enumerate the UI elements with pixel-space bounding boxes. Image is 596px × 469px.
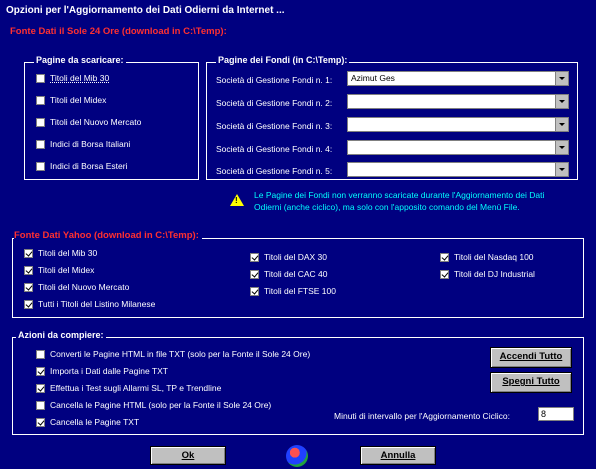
checkbox-label: Indici di Borsa Italiani	[50, 139, 131, 149]
checkbox-label: Titoli del Midex	[50, 95, 107, 105]
sole-pagina-indici-italiani[interactable]: Indici di Borsa Italiani	[36, 139, 130, 149]
pagine-title: Pagine da scaricare:	[34, 55, 126, 65]
checkbox-label: Titoli del DAX 30	[264, 252, 327, 262]
sole-pagina-midex[interactable]: Titoli del Midex	[36, 95, 106, 105]
checkbox[interactable]	[36, 73, 45, 83]
spegni-tutto-button[interactable]: Spegni Tutto	[490, 372, 572, 393]
checkbox[interactable]	[36, 417, 45, 427]
checkbox-label: Titoli del Midex	[38, 265, 95, 275]
yahoo-cac40[interactable]: Titoli del CAC 40	[250, 269, 327, 279]
checkbox[interactable]	[36, 161, 45, 171]
fondo-label-4: Società di Gestione Fondi n. 4:	[216, 144, 333, 154]
chevron-down-icon[interactable]	[555, 72, 568, 85]
fondo-select-3[interactable]	[347, 117, 569, 132]
fondo-label-5: Società di Gestione Fondi n. 5:	[216, 166, 333, 176]
checkbox[interactable]	[250, 269, 259, 279]
checkbox-label: Titoli del FTSE 100	[264, 286, 336, 296]
yahoo-ftse100[interactable]: Titoli del FTSE 100	[250, 286, 336, 296]
checkbox-label: Importa i Dati dalle Pagine TXT	[50, 366, 168, 376]
chevron-down-icon[interactable]	[555, 163, 568, 176]
azioni-section-title: Azioni da compiere:	[16, 330, 106, 340]
ok-button[interactable]: Ok	[150, 446, 226, 465]
fondo-label-3: Società di Gestione Fondi n. 3:	[216, 121, 333, 131]
options-dialog: Opzioni per l'Aggiornamento dei Dati Odi…	[0, 0, 596, 469]
checkbox[interactable]	[24, 282, 33, 292]
warning-line-1: Le Pagine dei Fondi non verranno scarica…	[254, 190, 545, 200]
window-title: Opzioni per l'Aggiornamento dei Dati Odi…	[0, 0, 596, 22]
checkbox-label: Converti le Pagine HTML in file TXT (sol…	[50, 349, 311, 359]
select-value: Azimut Ges	[351, 73, 395, 83]
azione-cancella-txt[interactable]: Cancella le Pagine TXT	[36, 417, 139, 427]
yahoo-midex[interactable]: Titoli del Midex	[24, 265, 94, 275]
checkbox[interactable]	[24, 265, 33, 275]
yahoo-dj-industrial[interactable]: Titoli del DJ Industrial	[440, 269, 535, 279]
yahoo-nasdaq100[interactable]: Titoli del Nasdaq 100	[440, 252, 534, 262]
checkbox-label: Cancella le Pagine HTML (solo per la Fon…	[50, 400, 272, 410]
fondo-select-5[interactable]	[347, 162, 569, 177]
globe-icon	[286, 445, 308, 467]
checkbox[interactable]	[24, 299, 33, 309]
azione-importa-dati[interactable]: Importa i Dati dalle Pagine TXT	[36, 366, 168, 376]
checkbox-label: Cancella le Pagine TXT	[50, 417, 140, 427]
minuti-intervallo-input[interactable]: 8	[538, 407, 574, 421]
warning-line-2: Odierni (anche ciclico), ma solo con l'a…	[254, 202, 520, 212]
checkbox-label: Titoli del Nuovo Mercato	[38, 282, 130, 292]
checkbox-label: Titoli del Nasdaq 100	[454, 252, 534, 262]
checkbox[interactable]	[36, 349, 45, 359]
azione-cancella-html[interactable]: Cancella le Pagine HTML (solo per la Fon…	[36, 400, 271, 410]
checkbox[interactable]	[440, 269, 449, 279]
checkbox-label: Titoli del Mib 30	[50, 73, 110, 83]
checkbox[interactable]	[36, 383, 45, 393]
fondo-label-2: Società di Gestione Fondi n. 2:	[216, 98, 333, 108]
checkbox[interactable]	[24, 248, 33, 258]
checkbox-label: Indici di Borsa Esteri	[50, 161, 128, 171]
minuti-label: Minuti di intervallo per l'Aggiornamento…	[334, 411, 510, 421]
fondo-select-4[interactable]	[347, 140, 569, 155]
checkbox-label: Effettua i Test sugli Allarmi SL, TP e T…	[50, 383, 222, 393]
yahoo-dax30[interactable]: Titoli del DAX 30	[250, 252, 327, 262]
checkbox-label: Titoli del CAC 40	[264, 269, 328, 279]
warning-icon: !	[230, 194, 244, 206]
checkbox-label: Tutti i Titoli del Listino Milanese	[38, 299, 156, 309]
checkbox[interactable]	[36, 366, 45, 376]
sole-pagina-nuovo-mercato[interactable]: Titoli del Nuovo Mercato	[36, 117, 141, 127]
yahoo-nuovo-mercato[interactable]: Titoli del Nuovo Mercato	[24, 282, 129, 292]
sole-pagina-mib30[interactable]: Titoli del Mib 30	[36, 73, 109, 83]
fondo-select-1[interactable]: Azimut Ges	[347, 71, 569, 86]
sole-pagina-indici-esteri[interactable]: Indici di Borsa Esteri	[36, 161, 127, 171]
fondo-label-1: Società di Gestione Fondi n. 1:	[216, 75, 333, 85]
azione-converti-html[interactable]: Converti le Pagine HTML in file TXT (sol…	[36, 349, 310, 359]
checkbox[interactable]	[440, 252, 449, 262]
checkbox[interactable]	[36, 95, 45, 105]
chevron-down-icon[interactable]	[555, 118, 568, 131]
checkbox-label: Titoli del DJ Industrial	[454, 269, 535, 279]
fondi-title: Pagine dei Fondi (in C:\Temp):	[216, 55, 350, 65]
checkbox[interactable]	[250, 286, 259, 296]
checkbox-label: Titoli del Nuovo Mercato	[50, 117, 142, 127]
annulla-button[interactable]: Annulla	[360, 446, 436, 465]
checkbox-label: Titoli del Mib 30	[38, 248, 98, 258]
yahoo-listino-milanese[interactable]: Tutti i Titoli del Listino Milanese	[24, 299, 155, 309]
checkbox[interactable]	[36, 117, 45, 127]
chevron-down-icon[interactable]	[555, 141, 568, 154]
azione-test-allarmi[interactable]: Effettua i Test sugli Allarmi SL, TP e T…	[36, 383, 221, 393]
sole-section-title: Fonte Dati il Sole 24 Ore (download in C…	[10, 26, 227, 37]
accendi-tutto-button[interactable]: Accendi Tutto	[490, 347, 572, 368]
yahoo-mib30[interactable]: Titoli del Mib 30	[24, 248, 97, 258]
fondo-select-2[interactable]	[347, 94, 569, 109]
yahoo-section-title: Fonte Dati Yahoo (download in C:\Temp):	[14, 230, 202, 241]
checkbox[interactable]	[36, 400, 45, 410]
chevron-down-icon[interactable]	[555, 95, 568, 108]
checkbox[interactable]	[36, 139, 45, 149]
checkbox[interactable]	[250, 252, 259, 262]
